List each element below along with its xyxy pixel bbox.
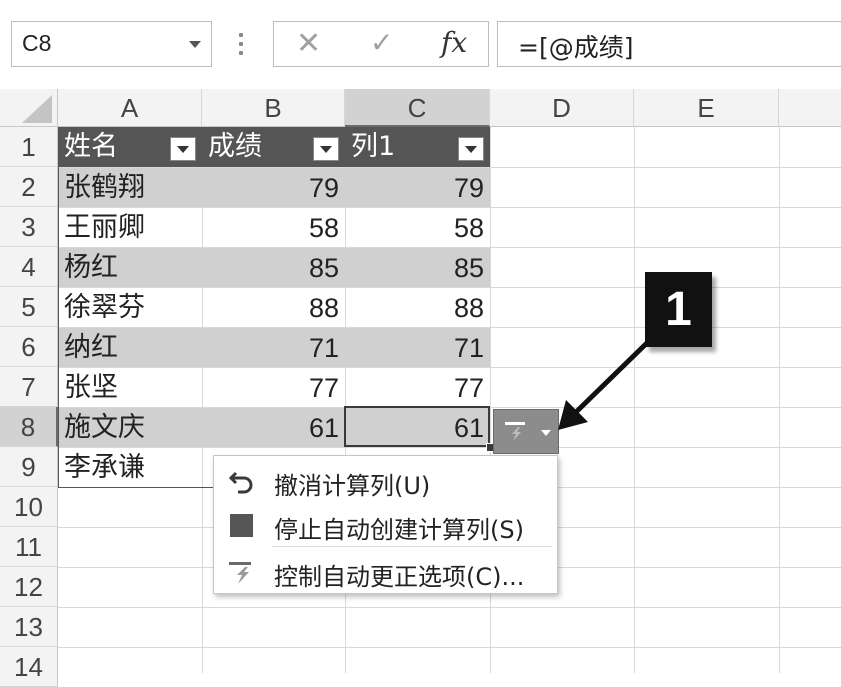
autocorrect-lightning-icon (505, 422, 525, 441)
stop-square-icon (230, 514, 253, 537)
row-header-9[interactable]: 9 (0, 447, 58, 487)
cell-c2[interactable]: 79 (345, 168, 490, 207)
row-header-1[interactable]: 1 (0, 127, 58, 167)
cell-c5[interactable]: 88 (345, 288, 490, 327)
formula-text: =[@成绩] (518, 33, 634, 62)
column-header-c[interactable]: C (345, 89, 490, 127)
filter-dropdown-icon[interactable] (313, 137, 339, 161)
row-header-2[interactable]: 2 (0, 167, 58, 207)
row-header-6[interactable]: 6 (0, 327, 58, 367)
callout-arrow (558, 336, 654, 430)
table-header-label: 成绩 (208, 131, 262, 162)
cell-b8[interactable]: 61 (202, 408, 345, 447)
row-header-13[interactable]: 13 (0, 607, 58, 647)
cell-a7[interactable]: 张坚 (58, 368, 202, 407)
enter-icon[interactable]: ✓ (370, 26, 393, 59)
more-vertical-icon (236, 28, 246, 58)
cell-b4[interactable]: 85 (202, 248, 345, 287)
cell-b6[interactable]: 71 (202, 328, 345, 367)
name-box-value: C8 (22, 30, 52, 56)
cell-a4[interactable]: 杨红 (58, 248, 202, 287)
menu-item-label: 控制自动更正选项(C)... (274, 563, 525, 591)
menu-item-label: 停止自动创建计算列(S) (274, 516, 524, 544)
column-header-a[interactable]: A (58, 89, 202, 127)
name-box[interactable]: C8 (11, 21, 212, 67)
row-header-8[interactable]: 8 (0, 407, 58, 447)
cell-a3[interactable]: 王丽卿 (58, 208, 202, 247)
menu-item-control-autocorrect-options[interactable]: 控制自动更正选项(C)... (214, 550, 557, 594)
cell-c7[interactable]: 77 (345, 368, 490, 407)
cell-a8[interactable]: 施文庆 (58, 408, 202, 447)
cell-b7[interactable]: 77 (202, 368, 345, 407)
select-all-corner[interactable] (0, 89, 58, 127)
column-header-e[interactable]: E (634, 89, 779, 127)
cancel-icon[interactable]: ✕ (296, 26, 321, 61)
cell-a5[interactable]: 徐翠芬 (58, 288, 202, 327)
cell-b5[interactable]: 88 (202, 288, 345, 327)
insert-function-icon[interactable]: fx (441, 26, 467, 59)
chevron-down-icon[interactable] (189, 41, 201, 48)
filter-dropdown-icon[interactable] (170, 137, 196, 161)
cell-a2[interactable]: 张鹤翔 (58, 168, 202, 207)
autocorrect-options-menu: 撤消计算列(U) 停止自动创建计算列(S) 控制自动更正选项(C)... (213, 455, 558, 594)
step-callout-badge: 1 (645, 272, 712, 347)
row-header-3[interactable]: 3 (0, 207, 58, 247)
cell-c4[interactable]: 85 (345, 248, 490, 287)
table-header-col1[interactable]: 列1 (345, 127, 490, 167)
menu-item-stop-auto-calculated-columns[interactable]: 停止自动创建计算列(S) (214, 503, 557, 547)
row-header-11[interactable]: 11 (0, 527, 58, 567)
column-header-d[interactable]: D (490, 89, 634, 127)
cell-a9[interactable]: 李承谦 (58, 448, 202, 487)
callout-number: 1 (665, 283, 692, 336)
menu-item-undo-calculated-column[interactable]: 撤消计算列(U) (214, 459, 557, 503)
formula-input[interactable]: =[@成绩] (497, 21, 841, 67)
cell-a6[interactable]: 纳红 (58, 328, 202, 367)
cell-b3[interactable]: 58 (202, 208, 345, 247)
filter-dropdown-icon[interactable] (458, 137, 484, 161)
cell-b2[interactable]: 79 (202, 168, 345, 207)
row-header-10[interactable]: 10 (0, 487, 58, 527)
row-header-7[interactable]: 7 (0, 367, 58, 407)
row-header-12[interactable]: 12 (0, 567, 58, 607)
cell-c3[interactable]: 58 (345, 208, 490, 247)
autocorrect-lightning-icon (229, 562, 251, 584)
table-header-score[interactable]: 成绩 (202, 127, 345, 167)
table-header-name[interactable]: 姓名 (58, 127, 202, 167)
row-header-4[interactable]: 4 (0, 247, 58, 287)
column-header-b[interactable]: B (202, 89, 345, 127)
table-header-label: 姓名 (64, 131, 118, 162)
active-cell-c8[interactable] (344, 406, 490, 447)
row-header-5[interactable]: 5 (0, 287, 58, 327)
row-header-14[interactable]: 14 (0, 647, 58, 687)
menu-item-label: 撤消计算列(U) (274, 472, 431, 500)
cell-c6[interactable]: 71 (345, 328, 490, 367)
table-header-label: 列1 (351, 131, 396, 162)
undo-icon (228, 471, 253, 494)
column-header-f[interactable] (779, 89, 841, 127)
menu-separator (272, 546, 552, 547)
formula-buttons: ✕ ✓ fx (273, 21, 489, 67)
